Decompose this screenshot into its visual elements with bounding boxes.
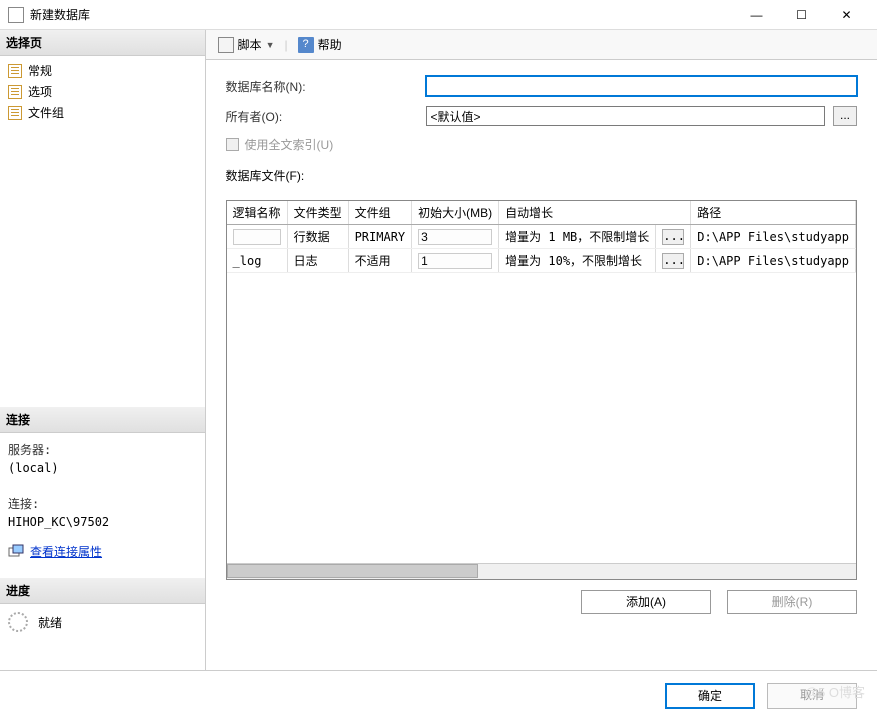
chevron-down-icon: ▼: [266, 40, 275, 50]
initial-size-input[interactable]: [418, 229, 492, 245]
connection-header: 连接: [0, 407, 205, 433]
page-icon: [8, 85, 22, 99]
auto-growth-button[interactable]: ...: [662, 253, 684, 269]
page-list: 常规 选项 文件组: [0, 56, 205, 127]
files-grid: 逻辑名称 文件类型 文件组 初始大小(MB) 自动增长 路径 行数据 PRIM: [226, 200, 857, 580]
content-area: 选择页 常规 选项 文件组 连接 服务器: (local) 连接: HIHOP_…: [0, 30, 877, 670]
sidebar: 选择页 常规 选项 文件组 连接 服务器: (local) 连接: HIHOP_…: [0, 30, 206, 670]
owner-row: 所有者(O): ...: [226, 106, 857, 126]
progress-header: 进度: [0, 578, 205, 604]
cell-initial-size[interactable]: [412, 249, 499, 273]
fulltext-checkbox: [226, 138, 239, 151]
cell-initial-size[interactable]: [412, 225, 499, 249]
col-initial-size[interactable]: 初始大小(MB): [412, 201, 499, 225]
cancel-button[interactable]: 取消: [767, 683, 857, 709]
window-controls: — ☐ ✕: [734, 1, 869, 29]
spinner-icon: [8, 612, 28, 632]
col-file-type[interactable]: 文件类型: [287, 201, 348, 225]
db-name-row: 数据库名称(N):: [226, 76, 857, 96]
help-button[interactable]: 帮助: [292, 34, 348, 55]
cell-file-type[interactable]: 行数据: [287, 225, 348, 249]
horizontal-scrollbar[interactable]: [227, 563, 856, 579]
scrollbar-thumb[interactable]: [227, 564, 479, 578]
auto-growth-button[interactable]: ...: [662, 229, 684, 245]
table-row[interactable]: 行数据 PRIMARY 增量为 1 MB，不限制增长 ... D:\APP Fi…: [227, 225, 856, 249]
help-label: 帮助: [318, 36, 342, 53]
app-icon: [8, 7, 24, 23]
db-name-input[interactable]: [426, 76, 857, 96]
col-path[interactable]: 路径: [691, 201, 856, 225]
owner-browse-button[interactable]: ...: [833, 106, 857, 126]
cell-auto-growth-btn: ...: [656, 225, 691, 249]
script-icon: [218, 37, 234, 53]
db-name-label: 数据库名称(N):: [226, 78, 426, 95]
view-connection-props[interactable]: 查看连接属性: [0, 539, 205, 564]
titlebar: 新建数据库 — ☐ ✕: [0, 0, 877, 30]
cell-file-group[interactable]: PRIMARY: [348, 225, 412, 249]
select-page-header: 选择页: [0, 30, 205, 56]
form-area: 数据库名称(N): 所有者(O): ... 使用全文索引(U) 数据库文件(F)…: [206, 60, 877, 200]
properties-icon: [8, 544, 24, 560]
fulltext-row: 使用全文索引(U): [226, 136, 857, 153]
help-icon: [298, 37, 314, 53]
page-icon: [8, 106, 22, 120]
script-button[interactable]: 脚本 ▼: [212, 34, 281, 55]
grid-scroll: 逻辑名称 文件类型 文件组 初始大小(MB) 自动增长 路径 行数据 PRIM: [227, 201, 856, 563]
cell-auto-growth-btn: ...: [656, 249, 691, 273]
initial-size-input[interactable]: [418, 253, 492, 269]
cell-logical-name[interactable]: _log: [227, 249, 288, 273]
connection-label: 连接:: [8, 495, 197, 513]
server-label: 服务器:: [8, 441, 197, 459]
sidebar-item-label: 文件组: [28, 104, 64, 121]
maximize-button[interactable]: ☐: [779, 1, 824, 29]
view-connection-props-link[interactable]: 查看连接属性: [30, 543, 102, 560]
cell-path[interactable]: D:\APP Files\studyapp: [691, 225, 856, 249]
cell-file-group[interactable]: 不适用: [348, 249, 412, 273]
script-label: 脚本: [238, 36, 262, 53]
dialog-buttons: 确定 取消: [0, 670, 877, 721]
main-panel: 脚本 ▼ | 帮助 数据库名称(N): 所有者(O): ... 使用全文索引(U…: [206, 30, 877, 670]
connection-value: HIHOP_KC\97502: [8, 513, 197, 531]
server-value: (local): [8, 459, 197, 477]
separator: |: [284, 38, 287, 52]
owner-input[interactable]: [426, 106, 825, 126]
cell-auto-growth[interactable]: 增量为 1 MB，不限制增长: [499, 225, 656, 249]
toolbar: 脚本 ▼ | 帮助: [206, 30, 877, 60]
col-auto-growth[interactable]: 自动增长: [499, 201, 691, 225]
connection-info: 服务器: (local) 连接: HIHOP_KC\97502: [0, 433, 205, 539]
add-button[interactable]: 添加(A): [581, 590, 711, 614]
col-file-group[interactable]: 文件组: [348, 201, 412, 225]
files-label: 数据库文件(F):: [226, 167, 857, 184]
file-buttons-row: 添加(A) 删除(R): [206, 580, 877, 624]
cell-auto-growth[interactable]: 增量为 10%，不限制增长: [499, 249, 656, 273]
page-icon: [8, 64, 22, 78]
close-button[interactable]: ✕: [824, 1, 869, 29]
sidebar-item-label: 常规: [28, 62, 52, 79]
minimize-button[interactable]: —: [734, 1, 779, 29]
logical-name-input[interactable]: [233, 229, 281, 245]
cell-path[interactable]: D:\APP Files\studyapp: [691, 249, 856, 273]
sidebar-item-filegroups[interactable]: 文件组: [0, 102, 205, 123]
cell-file-type[interactable]: 日志: [287, 249, 348, 273]
window-title: 新建数据库: [30, 6, 734, 23]
remove-button: 删除(R): [727, 590, 857, 614]
col-logical-name[interactable]: 逻辑名称: [227, 201, 288, 225]
sidebar-item-options[interactable]: 选项: [0, 81, 205, 102]
files-table: 逻辑名称 文件类型 文件组 初始大小(MB) 自动增长 路径 行数据 PRIM: [227, 201, 856, 273]
sidebar-item-label: 选项: [28, 83, 52, 100]
owner-label: 所有者(O):: [226, 108, 426, 125]
ready-text: 就绪: [38, 614, 62, 631]
cell-logical-name[interactable]: [227, 225, 288, 249]
fulltext-label: 使用全文索引(U): [245, 136, 334, 153]
progress-status: 就绪: [0, 604, 205, 640]
table-row[interactable]: _log 日志 不适用 增量为 10%，不限制增长 ... D:\APP Fil…: [227, 249, 856, 273]
ok-button[interactable]: 确定: [665, 683, 755, 709]
sidebar-item-general[interactable]: 常规: [0, 60, 205, 81]
table-header-row: 逻辑名称 文件类型 文件组 初始大小(MB) 自动增长 路径: [227, 201, 856, 225]
